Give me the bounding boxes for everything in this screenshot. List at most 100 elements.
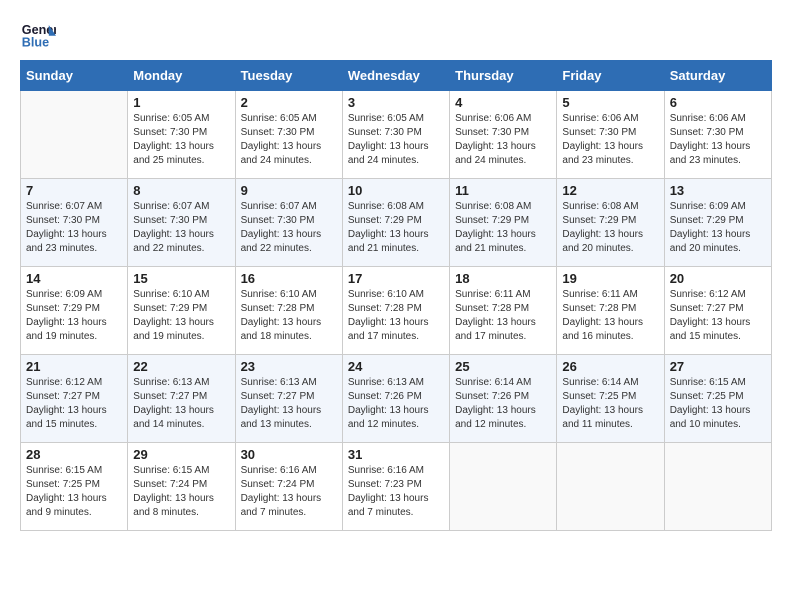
calendar-day-header: Saturday (664, 61, 771, 91)
day-number: 9 (241, 183, 337, 198)
calendar-cell (21, 91, 128, 179)
cell-content: Sunrise: 6:09 AM Sunset: 7:29 PM Dayligh… (670, 200, 766, 256)
svg-text:Blue: Blue (22, 36, 49, 50)
cell-content: Sunrise: 6:13 AM Sunset: 7:27 PM Dayligh… (133, 376, 229, 432)
calendar-cell (664, 443, 771, 531)
calendar-day-header: Monday (128, 61, 235, 91)
cell-content: Sunrise: 6:12 AM Sunset: 7:27 PM Dayligh… (670, 288, 766, 344)
cell-content: Sunrise: 6:13 AM Sunset: 7:26 PM Dayligh… (348, 376, 444, 432)
calendar-cell: 27 Sunrise: 6:15 AM Sunset: 7:25 PM Dayli… (664, 355, 771, 443)
day-number: 3 (348, 95, 444, 110)
day-number: 7 (26, 183, 122, 198)
calendar-cell: 5 Sunrise: 6:06 AM Sunset: 7:30 PM Daylig… (557, 91, 664, 179)
day-number: 6 (670, 95, 766, 110)
cell-content: Sunrise: 6:16 AM Sunset: 7:23 PM Dayligh… (348, 464, 444, 520)
cell-content: Sunrise: 6:07 AM Sunset: 7:30 PM Dayligh… (133, 200, 229, 256)
calendar-cell: 21Sunrise: 6:12 AM Sunset: 7:27 PM Dayli… (21, 355, 128, 443)
cell-content: Sunrise: 6:09 AM Sunset: 7:29 PM Dayligh… (26, 288, 122, 344)
cell-content: Sunrise: 6:14 AM Sunset: 7:25 PM Dayligh… (562, 376, 658, 432)
calendar-cell (557, 443, 664, 531)
cell-content: Sunrise: 6:11 AM Sunset: 7:28 PM Dayligh… (562, 288, 658, 344)
calendar-cell: 31 Sunrise: 6:16 AM Sunset: 7:23 PM Dayli… (342, 443, 449, 531)
cell-content: Sunrise: 6:11 AM Sunset: 7:28 PM Dayligh… (455, 288, 551, 344)
calendar-week-row: 28Sunrise: 6:15 AM Sunset: 7:25 PM Dayli… (21, 443, 772, 531)
cell-content: Sunrise: 6:10 AM Sunset: 7:28 PM Dayligh… (348, 288, 444, 344)
day-number: 17 (348, 271, 444, 286)
calendar-cell: 24 Sunrise: 6:13 AM Sunset: 7:26 PM Dayli… (342, 355, 449, 443)
day-number: 23 (241, 359, 337, 374)
calendar-cell: 22 Sunrise: 6:13 AM Sunset: 7:27 PM Dayli… (128, 355, 235, 443)
calendar-cell: 30 Sunrise: 6:16 AM Sunset: 7:24 PM Dayli… (235, 443, 342, 531)
calendar-day-header: Friday (557, 61, 664, 91)
day-number: 25 (455, 359, 551, 374)
day-number: 24 (348, 359, 444, 374)
cell-content: Sunrise: 6:06 AM Sunset: 7:30 PM Dayligh… (455, 112, 551, 168)
calendar-cell: 3Sunrise: 6:05 AM Sunset: 7:30 PM Daylig… (342, 91, 449, 179)
calendar-cell: 26 Sunrise: 6:14 AM Sunset: 7:25 PM Dayli… (557, 355, 664, 443)
day-number: 30 (241, 447, 337, 462)
day-number: 4 (455, 95, 551, 110)
calendar-table: SundayMondayTuesdayWednesdayThursdayFrid… (20, 60, 772, 531)
calendar-cell: 28Sunrise: 6:15 AM Sunset: 7:25 PM Dayli… (21, 443, 128, 531)
day-number: 31 (348, 447, 444, 462)
day-number: 11 (455, 183, 551, 198)
calendar-week-row: 21Sunrise: 6:12 AM Sunset: 7:27 PM Dayli… (21, 355, 772, 443)
cell-content: Sunrise: 6:05 AM Sunset: 7:30 PM Dayligh… (133, 112, 229, 168)
cell-content: Sunrise: 6:05 AM Sunset: 7:30 PM Dayligh… (241, 112, 337, 168)
cell-content: Sunrise: 6:10 AM Sunset: 7:29 PM Dayligh… (133, 288, 229, 344)
calendar-cell: 29 Sunrise: 6:15 AM Sunset: 7:24 PM Dayli… (128, 443, 235, 531)
calendar-week-row: 1 Sunrise: 6:05 AM Sunset: 7:30 PM Daylig… (21, 91, 772, 179)
calendar-cell: 18 Sunrise: 6:11 AM Sunset: 7:28 PM Dayli… (450, 267, 557, 355)
cell-content: Sunrise: 6:10 AM Sunset: 7:28 PM Dayligh… (241, 288, 337, 344)
day-number: 15 (133, 271, 229, 286)
calendar-cell: 25 Sunrise: 6:14 AM Sunset: 7:26 PM Dayli… (450, 355, 557, 443)
cell-content: Sunrise: 6:07 AM Sunset: 7:30 PM Dayligh… (26, 200, 122, 256)
day-number: 12 (562, 183, 658, 198)
calendar-cell: 7 Sunrise: 6:07 AM Sunset: 7:30 PM Daylig… (21, 179, 128, 267)
calendar-day-header: Sunday (21, 61, 128, 91)
calendar-day-header: Thursday (450, 61, 557, 91)
calendar-week-row: 14 Sunrise: 6:09 AM Sunset: 7:29 PM Dayli… (21, 267, 772, 355)
calendar-cell: 10 Sunrise: 6:08 AM Sunset: 7:29 PM Dayli… (342, 179, 449, 267)
calendar-cell: 6 Sunrise: 6:06 AM Sunset: 7:30 PM Daylig… (664, 91, 771, 179)
calendar-cell: 2 Sunrise: 6:05 AM Sunset: 7:30 PM Daylig… (235, 91, 342, 179)
calendar-cell: 16Sunrise: 6:10 AM Sunset: 7:28 PM Dayli… (235, 267, 342, 355)
cell-content: Sunrise: 6:06 AM Sunset: 7:30 PM Dayligh… (562, 112, 658, 168)
calendar-cell: 4 Sunrise: 6:06 AM Sunset: 7:30 PM Daylig… (450, 91, 557, 179)
day-number: 18 (455, 271, 551, 286)
day-number: 14 (26, 271, 122, 286)
cell-content: Sunrise: 6:14 AM Sunset: 7:26 PM Dayligh… (455, 376, 551, 432)
calendar-cell: 11 Sunrise: 6:08 AM Sunset: 7:29 PM Dayli… (450, 179, 557, 267)
cell-content: Sunrise: 6:16 AM Sunset: 7:24 PM Dayligh… (241, 464, 337, 520)
calendar-cell: 20 Sunrise: 6:12 AM Sunset: 7:27 PM Dayli… (664, 267, 771, 355)
calendar-cell: 8Sunrise: 6:07 AM Sunset: 7:30 PM Daylig… (128, 179, 235, 267)
calendar-cell: 17 Sunrise: 6:10 AM Sunset: 7:28 PM Dayli… (342, 267, 449, 355)
page-header: General Blue (20, 16, 772, 52)
cell-content: Sunrise: 6:06 AM Sunset: 7:30 PM Dayligh… (670, 112, 766, 168)
day-number: 2 (241, 95, 337, 110)
day-number: 22 (133, 359, 229, 374)
cell-content: Sunrise: 6:12 AM Sunset: 7:27 PM Dayligh… (26, 376, 122, 432)
day-number: 19 (562, 271, 658, 286)
day-number: 10 (348, 183, 444, 198)
day-number: 29 (133, 447, 229, 462)
calendar-cell (450, 443, 557, 531)
cell-content: Sunrise: 6:08 AM Sunset: 7:29 PM Dayligh… (562, 200, 658, 256)
calendar-body: 1 Sunrise: 6:05 AM Sunset: 7:30 PM Daylig… (21, 91, 772, 531)
cell-content: Sunrise: 6:08 AM Sunset: 7:29 PM Dayligh… (455, 200, 551, 256)
day-number: 1 (133, 95, 229, 110)
cell-content: Sunrise: 6:15 AM Sunset: 7:25 PM Dayligh… (670, 376, 766, 432)
calendar-cell: 9Sunrise: 6:07 AM Sunset: 7:30 PM Daylig… (235, 179, 342, 267)
day-number: 27 (670, 359, 766, 374)
day-number: 5 (562, 95, 658, 110)
calendar-cell: 23Sunrise: 6:13 AM Sunset: 7:27 PM Dayli… (235, 355, 342, 443)
calendar-cell: 13Sunrise: 6:09 AM Sunset: 7:29 PM Dayli… (664, 179, 771, 267)
calendar-cell: 12 Sunrise: 6:08 AM Sunset: 7:29 PM Dayli… (557, 179, 664, 267)
cell-content: Sunrise: 6:08 AM Sunset: 7:29 PM Dayligh… (348, 200, 444, 256)
calendar-cell: 1 Sunrise: 6:05 AM Sunset: 7:30 PM Daylig… (128, 91, 235, 179)
calendar-week-row: 7 Sunrise: 6:07 AM Sunset: 7:30 PM Daylig… (21, 179, 772, 267)
day-number: 20 (670, 271, 766, 286)
day-number: 26 (562, 359, 658, 374)
cell-content: Sunrise: 6:15 AM Sunset: 7:24 PM Dayligh… (133, 464, 229, 520)
logo: General Blue (20, 16, 56, 52)
